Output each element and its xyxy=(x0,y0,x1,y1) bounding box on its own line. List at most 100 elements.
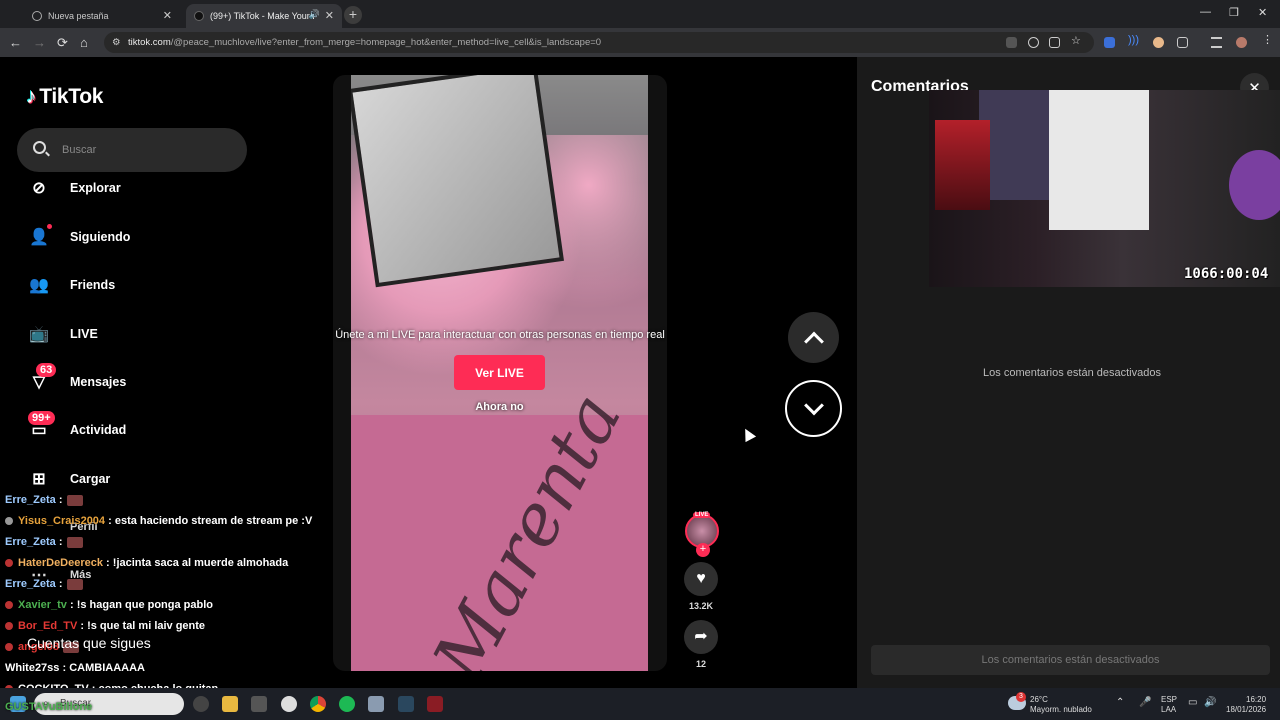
live-join-message: Únete a mi LIVE para interactuar con otr… xyxy=(335,329,665,341)
browser-tab-bar: Nueva pestaña ✕ (99+) TikTok - Make Your… xyxy=(0,0,1280,28)
sidebar-item-live[interactable]: 📺 LIVE xyxy=(24,319,98,349)
tiktok-logo[interactable]: ♪ TikTok xyxy=(26,85,103,109)
tab-tiktok[interactable]: (99+) TikTok - Make Your Day 🔊 ✕ xyxy=(186,4,342,28)
obs-app-icon[interactable] xyxy=(427,696,443,712)
chat-text: CAMBIAAAAA xyxy=(69,662,145,674)
chat-text: !jacinta saca al muerde almohada xyxy=(112,557,289,569)
chrome-taskbar-icon[interactable] xyxy=(310,696,326,712)
window-close-icon[interactable]: ✕ xyxy=(1258,6,1267,19)
tiktok-favicon-icon xyxy=(194,11,204,21)
activity-count-badge: 99+ xyxy=(28,411,55,425)
home-icon[interactable]: ⌂ xyxy=(80,35,88,50)
message-count-badge: 63 xyxy=(36,363,57,377)
like-button[interactable]: ♥ xyxy=(684,562,718,596)
weather-temp: 26°C xyxy=(1030,695,1048,704)
follow-plus-icon[interactable]: + xyxy=(696,543,710,557)
tiktok-note-icon: ♪ xyxy=(26,85,37,108)
following-accounts-heading: Cuentas que sigues xyxy=(27,635,151,651)
reload-icon[interactable]: ⟳ xyxy=(57,35,68,51)
chat-user: Erre_Zeta xyxy=(5,536,56,548)
chat-line: Erre_Zeta : xyxy=(5,578,83,590)
taskview-icon[interactable] xyxy=(193,696,209,712)
profile-avatar-icon[interactable] xyxy=(1236,37,1247,48)
extension-translate-icon[interactable] xyxy=(1104,37,1115,48)
sidebar-item-actividad[interactable]: ▭ 99+ Actividad xyxy=(24,411,127,445)
menu-dots-icon[interactable]: ⋮ xyxy=(1262,33,1273,46)
creator-avatar[interactable]: LIVE + xyxy=(685,512,719,557)
sidebar-item-explorar[interactable]: ⊘ Explorar xyxy=(24,173,120,203)
chat-line: HaterDeDeereck : !jacinta saca al muerde… xyxy=(5,557,288,569)
weather-alert-badge: 3 xyxy=(1016,692,1026,702)
badge-icon xyxy=(5,622,13,630)
address-bar[interactable]: ⚙ tiktok.com/@peace_muchlove/live?enter_… xyxy=(104,32,1094,53)
sidebar-item-label: Actividad xyxy=(70,423,127,437)
next-video-button[interactable] xyxy=(785,380,842,437)
clock-date: 18/01/2026 xyxy=(1226,705,1267,714)
back-icon[interactable]: ← xyxy=(9,35,22,50)
speaker-icon[interactable]: 🔊 xyxy=(309,9,320,20)
tab-title: Nueva pestaña xyxy=(48,11,109,21)
spotify-icon[interactable] xyxy=(339,696,355,712)
media-control-icon[interactable] xyxy=(1211,37,1222,48)
translate-icon[interactable] xyxy=(1006,37,1017,48)
plush-toy xyxy=(1229,150,1280,220)
tab-close-icon[interactable]: ✕ xyxy=(325,9,334,22)
sidebar-item-friends[interactable]: 👥 Friends xyxy=(24,270,115,300)
tab-new-tab[interactable]: Nueva pestaña ✕ xyxy=(24,4,180,28)
comments-disabled-message: Los comentarios están desactivados xyxy=(983,367,1161,379)
overwatch-icon[interactable] xyxy=(281,696,297,712)
chat-line: Bor_Ed_TV : !s que tal mi laiv gente xyxy=(5,620,205,632)
watch-live-button[interactable]: Ver LIVE xyxy=(454,355,545,390)
live-tv-icon: 📺 xyxy=(29,326,49,343)
extensions-puzzle-icon[interactable] xyxy=(1177,37,1188,48)
webcam-overlay xyxy=(929,90,1280,287)
minimize-icon[interactable]: — xyxy=(1200,6,1211,18)
volume-icon[interactable]: 🔊 xyxy=(1204,698,1216,708)
sidebar-item-label: Mensajes xyxy=(70,375,127,389)
clock-time[interactable]: 16:20 xyxy=(1246,695,1266,705)
share-button[interactable]: ➦ xyxy=(684,620,718,654)
chat-line: Erre_Zeta : xyxy=(5,536,83,548)
live-tag: LIVE xyxy=(693,512,711,518)
site-info-icon[interactable]: ⚙ xyxy=(112,32,121,53)
chat-text: esta haciendo stream de stream pe :V xyxy=(114,515,313,527)
sidebar-item-label: LIVE xyxy=(70,327,98,341)
forward-icon[interactable]: → xyxy=(33,35,46,50)
chat-text: !s hagan que ponga pablo xyxy=(76,599,213,611)
not-now-link[interactable]: Ahora no xyxy=(455,401,544,413)
activity-icon: ▭ 99+ xyxy=(24,411,55,441)
sidebar-item-siguiendo[interactable]: 👤 Siguiendo xyxy=(24,222,130,252)
search-icon xyxy=(33,141,46,154)
previous-video-button[interactable] xyxy=(788,312,839,363)
extension-cast-icon[interactable]: ))) xyxy=(1128,34,1139,46)
settings-gear-icon[interactable] xyxy=(368,696,384,712)
steam-icon[interactable] xyxy=(398,696,414,712)
app-icon[interactable] xyxy=(251,696,267,712)
tab-close-icon[interactable]: ✕ xyxy=(163,9,172,22)
sidebar-item-label: Siguiendo xyxy=(70,230,131,244)
search-box[interactable] xyxy=(17,128,247,172)
chevron-down-icon xyxy=(803,395,824,415)
framed-photo xyxy=(351,75,564,288)
zoom-icon[interactable] xyxy=(1028,37,1039,48)
maximize-icon[interactable]: ❐ xyxy=(1229,6,1239,19)
microphone-icon[interactable]: 🎤 xyxy=(1139,698,1151,708)
input-language[interactable]: ESP xyxy=(1161,695,1177,705)
tray-chevron-icon[interactable]: ⌃ xyxy=(1116,698,1124,708)
install-app-icon[interactable] xyxy=(1049,37,1060,48)
network-icon[interactable]: ▭ xyxy=(1188,698,1197,708)
extension-egg-icon[interactable] xyxy=(1153,37,1164,48)
sidebar-item-label: Friends xyxy=(70,278,116,292)
file-explorer-icon[interactable] xyxy=(222,696,238,712)
share-count: 12 xyxy=(695,659,706,669)
chat-user: Yisus_Crais2004 xyxy=(18,515,106,527)
new-tab-button[interactable]: + xyxy=(344,6,362,24)
gaming-pc xyxy=(935,120,990,210)
chat-user: White27ss xyxy=(5,662,60,674)
bookmark-star-icon[interactable]: ☆ xyxy=(1071,34,1082,47)
friends-icon: 👥 xyxy=(29,277,49,294)
search-input[interactable] xyxy=(62,128,232,172)
sidebar-item-mensajes[interactable]: ▽ 63 Mensajes xyxy=(24,363,127,397)
sidebar-item-label: Cargar xyxy=(70,472,111,486)
comment-input-disabled: Los comentarios están desactivados xyxy=(871,645,1270,675)
